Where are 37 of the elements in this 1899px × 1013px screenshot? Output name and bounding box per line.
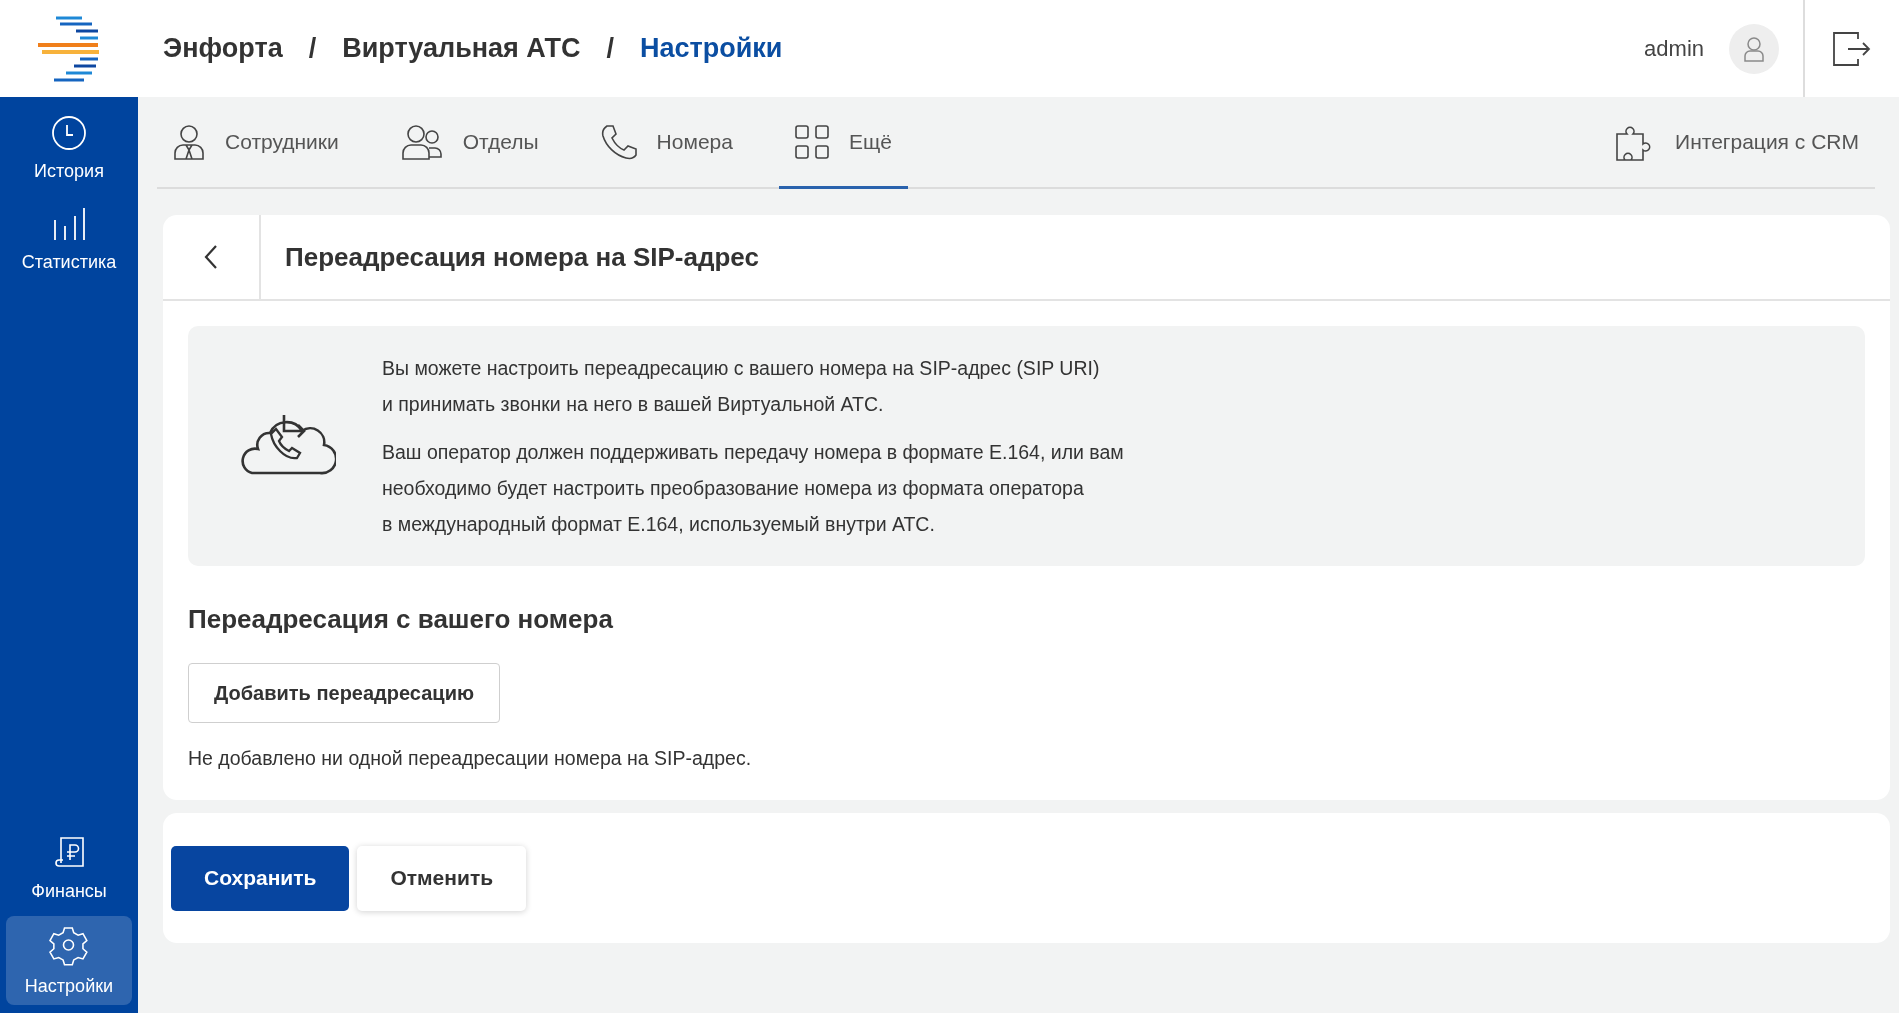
- person-icon: [173, 123, 205, 160]
- breadcrumb-link[interactable]: Энфорта: [163, 33, 283, 64]
- page-title: Переадресация номера на SIP-адрес: [284, 240, 759, 274]
- breadcrumb-link[interactable]: Виртуальная АТС: [342, 33, 581, 64]
- tab[interactable]: Ещё: [778, 97, 908, 189]
- chevron-left-icon: [204, 244, 218, 270]
- bar-chart-icon: [51, 206, 87, 242]
- info-text: Ваш оператор должен поддерживать передачу номера в формате E.164, или вам: [382, 440, 1124, 465]
- clock-icon: [51, 115, 87, 151]
- phone-icon: [600, 123, 637, 160]
- tab[interactable]: Номера: [584, 97, 749, 189]
- cancel-button[interactable]: Отменить: [357, 845, 527, 911]
- user-name: admin: [1644, 35, 1704, 62]
- sidebar-item[interactable]: Настройки: [6, 916, 132, 1005]
- breadcrumb-link[interactable]: Настройки: [639, 33, 783, 64]
- breadcrumb-separator: /: [606, 33, 614, 64]
- user-icon: [1743, 35, 1765, 62]
- grid-icon: [794, 124, 829, 159]
- avatar[interactable]: [1729, 23, 1779, 74]
- tab[interactable]: Сотрудники: [157, 97, 355, 189]
- add-forwarding-button[interactable]: Добавить переадресацию: [188, 663, 501, 723]
- info-text: в международный формат E.164, используемый внутри АТС.: [382, 512, 936, 537]
- people-icon: [400, 123, 443, 160]
- info-text: Вы можете настроить переадресацию с вашего номера на SIP-адрес (SIP URI): [382, 356, 1101, 381]
- sidebar-item[interactable]: Финансы: [6, 825, 132, 910]
- info-text: необходимо будет настроить преобразование номера из формата оператора: [382, 476, 1085, 501]
- sidebar-item[interactable]: История: [6, 105, 132, 190]
- breadcrumb-separator: /: [308, 33, 317, 64]
- crm-integration-link[interactable]: Интеграция с CRM: [1599, 97, 1875, 189]
- section-title: Переадресация с вашего номера: [188, 604, 614, 635]
- sidebar-item[interactable]: Статистика: [6, 196, 132, 281]
- logout-icon: [1832, 30, 1872, 67]
- settings-icon: [49, 926, 89, 966]
- empty-note: Не добавлено ни одной переадресации номера на SIP-адрес.: [188, 747, 753, 770]
- info-text: и принимать звонки на него в вашей Виртуальной АТС.: [382, 392, 885, 417]
- tab[interactable]: Отделы: [384, 97, 555, 189]
- save-button[interactable]: Сохранить: [171, 845, 350, 911]
